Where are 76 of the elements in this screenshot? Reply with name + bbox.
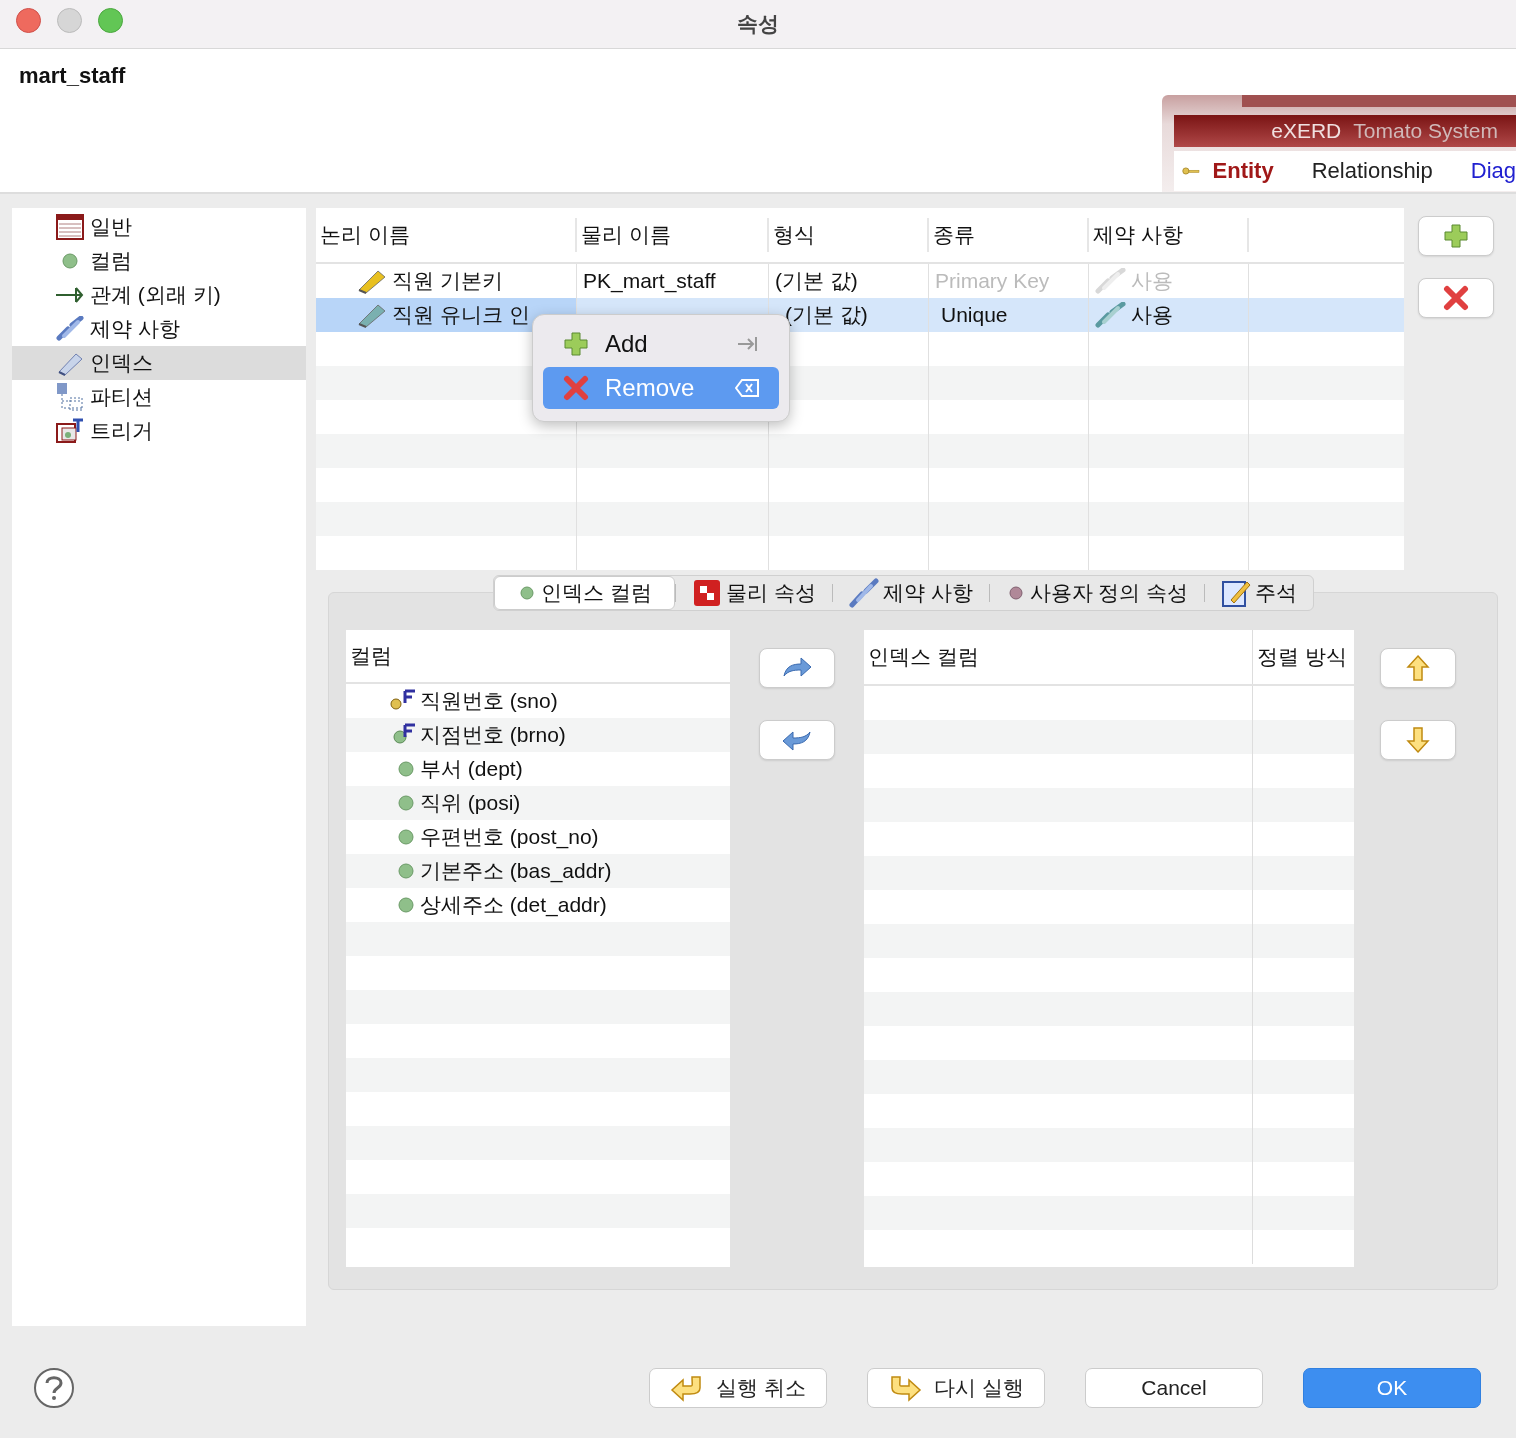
zoom-button[interactable] xyxy=(98,8,123,33)
list-item[interactable]: 지점번호 (brno) xyxy=(346,718,730,752)
key-column-icon xyxy=(390,689,418,713)
column-header[interactable]: 종류 xyxy=(929,218,1089,252)
move-up-button[interactable] xyxy=(1380,648,1456,688)
arrow-down-icon xyxy=(1406,726,1430,754)
key-icon xyxy=(1182,165,1201,177)
plus-icon xyxy=(563,331,589,357)
redo-arrow-icon xyxy=(888,1374,923,1402)
list-item[interactable]: 부서 (dept) xyxy=(346,752,730,786)
help-icon xyxy=(33,1367,75,1409)
add-button[interactable] xyxy=(1418,216,1494,256)
move-down-button[interactable] xyxy=(1380,720,1456,760)
column-header[interactable]: 물리 이름 xyxy=(577,218,769,252)
banner-tab[interactable]: Relationship xyxy=(1311,158,1433,184)
entity-name: mart_staff xyxy=(19,63,126,89)
move-left-button[interactable] xyxy=(759,720,835,760)
list-item[interactable]: 상세주소 (det_addr) xyxy=(346,888,730,922)
tab[interactable]: 주석 xyxy=(1205,577,1314,609)
column-header[interactable]: 정렬 방식 xyxy=(1253,630,1354,684)
remove-button[interactable] xyxy=(1418,278,1494,318)
sidebar-item[interactable]: 파티션 xyxy=(12,380,306,414)
table-cell-text: 사용 xyxy=(1131,268,1173,294)
chain-icon xyxy=(1095,302,1127,328)
delete-key-icon xyxy=(735,379,759,397)
sidebar-item[interactable]: 컬럼 xyxy=(12,244,306,278)
tab-key-icon xyxy=(737,335,759,353)
column-header[interactable]: 논리 이름 xyxy=(316,218,577,252)
x-icon xyxy=(563,375,589,401)
sidebar-item[interactable]: 일반 xyxy=(12,210,306,244)
chain-icon xyxy=(848,578,879,608)
x-icon xyxy=(1443,285,1469,311)
chain-icon xyxy=(1095,268,1127,294)
trigger-icon xyxy=(56,418,84,444)
column-header[interactable]: 컬럼 xyxy=(350,642,392,670)
tab[interactable]: 사용자 정의 속성 xyxy=(989,577,1205,609)
banner-tab[interactable]: Entity xyxy=(1212,158,1274,184)
list-item[interactable]: 기본주소 (bas_addr) xyxy=(346,854,730,888)
banner-subtitle: Tomato System xyxy=(1353,119,1498,143)
tab[interactable]: 물리 속성 xyxy=(675,577,832,609)
banner-title: eXERD xyxy=(1271,119,1342,143)
table-cell-text: 사용 xyxy=(1131,302,1173,328)
dialog-button[interactable]: 다시 실행 xyxy=(867,1368,1045,1408)
plus-icon xyxy=(1443,223,1469,249)
dialog-button[interactable]: Cancel xyxy=(1085,1368,1263,1408)
arrow-left-icon xyxy=(781,728,813,752)
table-cell-text: 직원 유니크 인 xyxy=(392,302,530,328)
column-header[interactable]: 제약 사항 xyxy=(1089,218,1249,252)
partition-icon xyxy=(56,382,84,412)
chain-icon xyxy=(56,316,84,342)
help-button[interactable] xyxy=(33,1367,75,1409)
close-button[interactable] xyxy=(16,8,41,33)
sidebar-item[interactable]: 트리거 xyxy=(12,414,306,448)
arrow-up-icon xyxy=(1406,654,1430,682)
table-icon xyxy=(56,214,84,240)
checker-icon xyxy=(691,578,722,608)
list-item[interactable]: 직위 (posi) xyxy=(346,786,730,820)
table-cell: Unique xyxy=(929,298,1089,332)
sidebar-item[interactable]: 제약 사항 xyxy=(12,312,306,346)
column-header[interactable]: 인덱스 컬럼 xyxy=(864,630,1253,684)
sidebar-item[interactable]: 관계 (외래 키) xyxy=(12,278,306,312)
dot-icon xyxy=(517,583,537,603)
table-cell-text: 직원 기본키 xyxy=(392,268,503,294)
foreign-key-icon xyxy=(390,723,418,747)
arrow-right-icon xyxy=(781,656,813,680)
sidebar-item[interactable]: 인덱스 xyxy=(12,346,306,380)
dialog-button[interactable]: 실행 취소 xyxy=(649,1368,827,1408)
list-item[interactable]: 우편번호 (post_no) xyxy=(346,820,730,854)
move-right-button[interactable] xyxy=(759,648,835,688)
banner-tab[interactable]: Diag xyxy=(1470,158,1516,184)
list-item[interactable]: 직원번호 (sno) xyxy=(346,684,730,718)
note-icon xyxy=(1221,578,1252,608)
column-header[interactable]: 형식 xyxy=(769,218,929,252)
tab[interactable]: 인덱스 컬럼 xyxy=(494,576,675,610)
window-title: 속성 xyxy=(737,11,779,37)
tab[interactable]: 제약 사항 xyxy=(832,577,989,609)
